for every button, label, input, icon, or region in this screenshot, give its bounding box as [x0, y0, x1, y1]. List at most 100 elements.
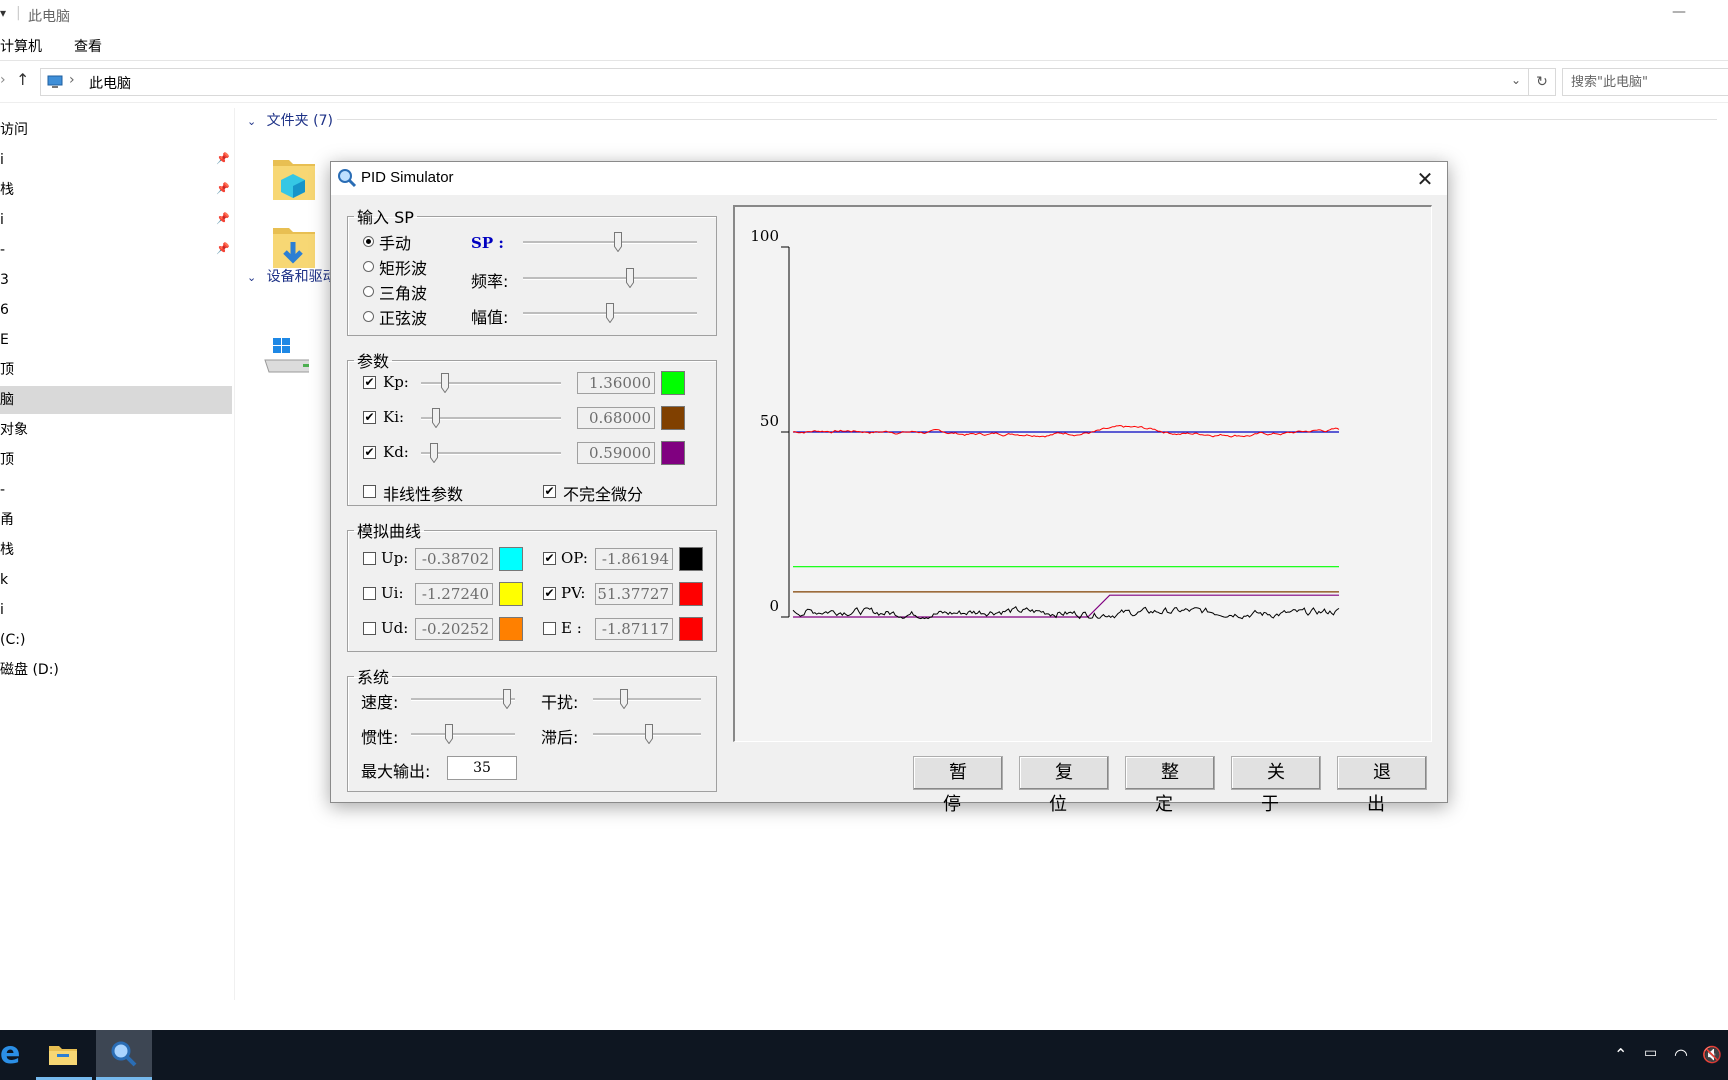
curve-color-swatch[interactable] — [499, 547, 523, 571]
nav-item[interactable]: i — [0, 596, 232, 624]
taskbar-pid-simulator[interactable] — [96, 1030, 152, 1080]
nav-item[interactable]: - — [0, 476, 232, 504]
nav-item[interactable]: 脑 — [0, 386, 232, 414]
curves-legend: 模拟曲线 — [357, 522, 422, 541]
downloads-folder-icon[interactable] — [271, 220, 317, 272]
curve-checkbox[interactable]: ✔ — [543, 552, 556, 565]
nav-item[interactable]: k — [0, 566, 232, 594]
3d-objects-folder-icon[interactable] — [271, 152, 317, 204]
pin-icon[interactable]: 📌 — [216, 152, 230, 165]
slider-thumb[interactable] — [430, 443, 439, 464]
lag-slider[interactable] — [593, 724, 701, 745]
address-bar[interactable]: › 此电脑 ⌄ — [40, 68, 1530, 96]
refresh-icon[interactable]: ↻ — [1528, 68, 1556, 96]
forward-icon[interactable]: › — [0, 72, 6, 88]
mode-radio[interactable] — [363, 236, 374, 247]
pin-icon[interactable]: 📌 — [216, 212, 230, 225]
search-box[interactable] — [1562, 68, 1728, 96]
slider-thumb[interactable] — [645, 724, 653, 745]
param-color-swatch[interactable] — [661, 441, 685, 465]
nav-item[interactable]: 访问 — [0, 116, 232, 144]
slider-thumb[interactable] — [431, 408, 440, 429]
taskbar-file-explorer[interactable] — [36, 1030, 92, 1080]
pin-icon[interactable]: 📌 — [216, 182, 230, 195]
sp-slider[interactable] — [523, 232, 697, 253]
mode-radio[interactable] — [363, 286, 374, 297]
nav-item[interactable]: E — [0, 326, 232, 354]
curve-checkbox[interactable] — [363, 552, 376, 565]
reset-button[interactable]: 复 位 — [1019, 756, 1109, 815]
ribbon-tab-computer[interactable]: 计算机 — [0, 36, 42, 56]
nav-item[interactable]: 对象 — [0, 416, 232, 444]
exit-button[interactable]: 退 出 — [1337, 756, 1427, 815]
slider-thumb[interactable] — [444, 724, 453, 745]
dialog-titlebar[interactable]: PID Simulator ✕ — [331, 162, 1447, 195]
curve-checkbox[interactable] — [363, 622, 376, 635]
param-checkbox[interactable]: ✔ — [363, 446, 376, 459]
curve-checkbox[interactable] — [363, 587, 376, 600]
slider-thumb[interactable] — [440, 373, 449, 394]
slider-thumb[interactable] — [606, 303, 614, 324]
curve-color-swatch[interactable] — [679, 547, 703, 571]
nav-item[interactable]: i — [0, 206, 232, 234]
folders-section-header[interactable]: ⌄ 文件夹 (7) — [247, 110, 1717, 130]
about-button[interactable]: 关 于 — [1231, 756, 1321, 815]
wifi-icon[interactable]: ◠ — [1674, 1045, 1688, 1064]
battery-icon[interactable]: ▭ — [1644, 1045, 1657, 1061]
search-input[interactable] — [1563, 69, 1728, 95]
chevron-down-icon[interactable]: ▾ — [0, 6, 6, 20]
mode-radio[interactable] — [363, 261, 374, 272]
amplitude-slider[interactable] — [523, 303, 697, 324]
curve-color-swatch[interactable] — [679, 617, 703, 641]
param-slider[interactable] — [421, 408, 561, 429]
slider-thumb[interactable] — [620, 689, 628, 710]
speed-slider[interactable] — [411, 689, 515, 710]
nav-item[interactable]: 6 — [0, 296, 232, 324]
nav-item[interactable]: 甬 — [0, 506, 232, 534]
frequency-slider[interactable] — [523, 268, 697, 289]
param-color-swatch[interactable] — [661, 371, 685, 395]
ribbon-tab-view[interactable]: 查看 — [74, 36, 102, 56]
incomplete-diff-checkbox[interactable]: ✔ — [543, 485, 556, 498]
up-arrow-icon[interactable]: ↑ — [16, 70, 29, 89]
navigation-pane: 访问 i 📌 栈 📌 i 📌 - 📌 3 6 E 顶脑对象顶 - 甬栈 k i (C:) 磁盘 (D:) — [0, 108, 235, 1000]
devices-section-header[interactable]: ⌄ 设备和驱动 — [247, 266, 337, 286]
nav-item[interactable]: 栈 — [0, 536, 232, 564]
curve-color-swatch[interactable] — [499, 582, 523, 606]
param-checkbox[interactable]: ✔ — [363, 376, 376, 389]
nav-item[interactable]: 顶 — [0, 356, 232, 384]
nav-item[interactable]: - — [0, 236, 232, 264]
slider-thumb[interactable] — [625, 268, 634, 289]
chevron-up-icon[interactable]: ⌃ — [1614, 1045, 1627, 1064]
param-slider[interactable] — [421, 443, 561, 464]
nav-item[interactable]: 3 — [0, 266, 232, 294]
nav-item[interactable]: 磁盘 (D:) — [0, 656, 232, 684]
slider-thumb[interactable] — [614, 232, 623, 253]
param-color-swatch[interactable] — [661, 406, 685, 430]
param-slider[interactable] — [421, 373, 561, 394]
pin-icon[interactable]: 📌 — [216, 242, 230, 255]
local-disk-icon[interactable] — [263, 334, 309, 386]
nonlinear-checkbox[interactable] — [363, 485, 376, 498]
disturbance-slider[interactable] — [593, 689, 701, 710]
tune-button[interactable]: 整 定 — [1125, 756, 1215, 815]
max-output-input[interactable]: 35 — [447, 756, 517, 780]
inertia-slider[interactable] — [411, 724, 515, 745]
param-checkbox[interactable]: ✔ — [363, 411, 376, 424]
pause-button[interactable]: 暂 停 — [913, 756, 1003, 815]
slider-thumb[interactable] — [503, 689, 512, 710]
curve-color-swatch[interactable] — [679, 582, 703, 606]
curve-color-swatch[interactable] — [499, 617, 523, 641]
edge-icon[interactable]: e — [0, 1036, 20, 1071]
nav-item[interactable]: 顶 — [0, 446, 232, 474]
volume-muted-icon[interactable]: 🔇 — [1702, 1045, 1722, 1064]
nav-item[interactable]: (C:) — [0, 626, 232, 654]
address-dropdown-icon[interactable]: ⌄ — [1511, 73, 1521, 87]
nav-item[interactable]: i — [0, 146, 232, 174]
close-button[interactable]: ✕ — [1409, 166, 1441, 192]
curve-checkbox[interactable]: ✔ — [543, 587, 556, 600]
nav-item[interactable]: 栈 — [0, 176, 232, 204]
curve-checkbox[interactable] — [543, 622, 556, 635]
minimize-icon[interactable]: — — [1672, 4, 1688, 20]
mode-radio[interactable] — [363, 311, 374, 322]
